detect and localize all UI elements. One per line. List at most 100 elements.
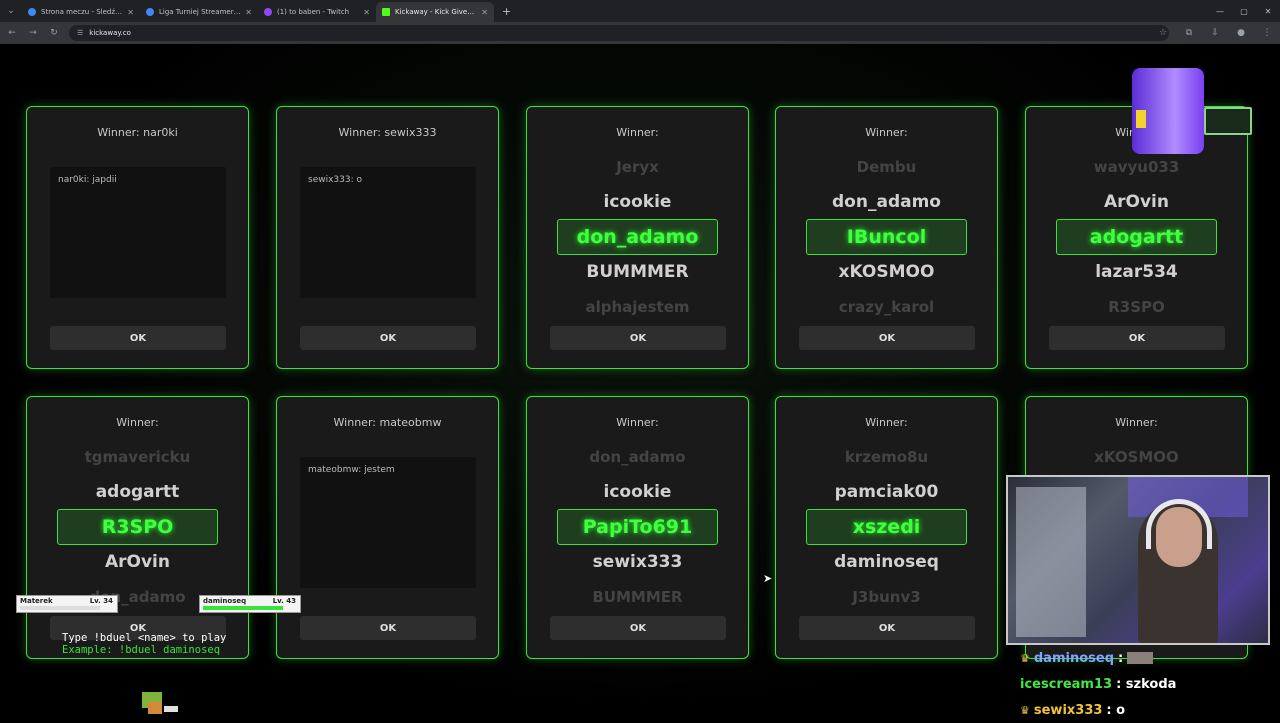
- minimize-icon[interactable]: —: [1208, 0, 1232, 22]
- roller-name-selected: IBuncol: [806, 219, 967, 255]
- ok-button[interactable]: OK: [50, 326, 226, 350]
- winner-message-box: sewix333: o: [300, 167, 476, 298]
- url-field[interactable]: ☰ kickaway.co: [69, 25, 1169, 41]
- roller-name: R3SPO: [1108, 297, 1165, 316]
- close-tab-icon[interactable]: ✕: [245, 8, 252, 17]
- winner-label: Winner: nar0ki: [97, 126, 178, 139]
- extensions-icon[interactable]: ⧉: [1176, 22, 1202, 44]
- chat-username: icescream13: [1020, 676, 1113, 692]
- ok-button[interactable]: OK: [1049, 326, 1225, 350]
- duel-player-name: Materek: [20, 597, 53, 605]
- winner-label: Winner:: [865, 416, 908, 429]
- winner-card: Winner: don_adamo icookie PapiTo691 sewi…: [526, 396, 749, 659]
- browser-tab[interactable]: Strona meczu - Śledź rozgrywki ✕: [22, 2, 140, 22]
- chat-emote-icon: [1127, 652, 1154, 664]
- chat-username: sewix333: [1033, 702, 1103, 718]
- name-roller: xKOSMOO: [1026, 440, 1247, 475]
- duel-instructions: Type !bduel <name> to play Example: !bdue…: [62, 632, 226, 656]
- browser-tab-active[interactable]: Kickaway - Kick Giveaway Tool ✕: [376, 2, 494, 22]
- chat-badge-icon: ♛: [1020, 651, 1030, 665]
- winner-card: Winner: krzemo8u pamciak00 xszedi damino…: [775, 396, 998, 659]
- ok-button[interactable]: OK: [799, 326, 975, 350]
- tab-favicon-icon: [382, 8, 390, 16]
- chat-username: daminoseq: [1033, 650, 1115, 666]
- duel-example: Example: !bduel daminoseq: [62, 644, 221, 656]
- back-arrow-icon[interactable]: ←: [3, 24, 21, 42]
- winner-card: Winner: sewix333 sewix333: o OK: [276, 106, 499, 369]
- close-tab-icon[interactable]: ✕: [127, 8, 134, 17]
- roller-name: crazy_karol: [838, 297, 935, 316]
- roller-name: Dembu: [856, 158, 917, 177]
- overlay-gadget: [1204, 107, 1252, 135]
- tab-title: Kickaway - Kick Giveaway Tool: [395, 8, 478, 16]
- roller-name: icookie: [603, 191, 672, 212]
- duel-player-level: Lv. 34: [89, 597, 113, 605]
- forward-arrow-icon[interactable]: →: [24, 24, 42, 42]
- roller-name: tgmavericku: [84, 448, 191, 467]
- winner-label: Winner:: [616, 126, 659, 139]
- browser-tab[interactable]: (1) to baben - Twitch ✕: [258, 2, 376, 22]
- name-roller: wavyu033 ArOvin adogartt lazar534 R3SPO: [1026, 150, 1247, 324]
- name-roller: don_adamo icookie PapiTo691 sewix333 BUM…: [527, 440, 748, 614]
- winner-card: Winner: nar0ki nar0ki: japdii OK: [26, 106, 249, 369]
- close-window-icon[interactable]: ✕: [1256, 0, 1280, 22]
- ok-button[interactable]: OK: [550, 326, 726, 350]
- roller-name: daminoseq: [834, 552, 939, 573]
- maximize-icon[interactable]: ▢: [1232, 0, 1256, 22]
- roller-name: don_adamo: [589, 448, 686, 467]
- overlay-3d-object: [1132, 68, 1204, 154]
- tab-search-icon[interactable]: ⌄: [0, 0, 22, 22]
- duel-opponent-bar: daminoseq Lv. 43: [199, 595, 301, 613]
- pixel-sprite-icon: [142, 692, 178, 714]
- browser-tab[interactable]: Liga Turniej Streamerów No Bu ✕: [140, 2, 258, 22]
- roller-name: lazar534: [1095, 262, 1178, 283]
- roller-name: krzemo8u: [844, 448, 929, 467]
- roller-name: BUMMMER: [592, 587, 683, 606]
- ok-button[interactable]: OK: [300, 326, 476, 350]
- roller-name: ArOvin: [104, 552, 170, 573]
- winner-card: Winner: mateobmw mateobmw: jestem OK: [276, 396, 499, 659]
- browser-tab-bar: ⌄ Strona meczu - Śledź rozgrywki ✕ Liga …: [0, 0, 1280, 22]
- roller-name: ArOvin: [1103, 191, 1169, 212]
- roller-name: BUMMMER: [586, 262, 689, 283]
- mouse-cursor-icon: ➤: [763, 572, 773, 585]
- duel-player-bar: Materek Lv. 34: [16, 595, 118, 613]
- roller-name: xKOSMOO: [838, 262, 935, 283]
- name-roller: Jeryx icookie don_adamo BUMMMER alphajes…: [527, 150, 748, 324]
- profile-icon[interactable]: ●: [1228, 22, 1254, 44]
- roller-name: alphajestem: [585, 297, 690, 316]
- chat-text: :: [1118, 650, 1124, 666]
- roller-name: adogartt: [95, 481, 180, 502]
- roller-name: wavyu033: [1093, 158, 1180, 177]
- tab-favicon-icon: [28, 8, 36, 16]
- site-info-icon[interactable]: ☰: [77, 29, 83, 37]
- tab-title: Liga Turniej Streamerów No Bu: [159, 8, 242, 16]
- winner-label: Winner:: [616, 416, 659, 429]
- close-tab-icon[interactable]: ✕: [363, 8, 370, 17]
- close-tab-icon[interactable]: ✕: [481, 8, 488, 17]
- new-tab-icon[interactable]: +: [502, 5, 511, 18]
- winner-message-box: mateobmw: jestem: [300, 457, 476, 588]
- chat-text: : szkoda: [1116, 676, 1177, 692]
- roller-name-selected: xszedi: [806, 509, 967, 545]
- winner-message-box: nar0ki: japdii: [50, 167, 226, 298]
- winner-label: Winner:: [865, 126, 908, 139]
- bookmark-star-icon[interactable]: ☆: [1150, 22, 1176, 44]
- downloads-icon[interactable]: ⇩: [1202, 22, 1228, 44]
- tab-title: (1) to baben - Twitch: [277, 8, 350, 16]
- webcam-overlay: [1006, 475, 1270, 645]
- roller-name: Jeryx: [616, 158, 659, 177]
- window-controls: — ▢ ✕: [1208, 0, 1280, 22]
- ok-button[interactable]: OK: [550, 616, 726, 640]
- ok-button[interactable]: OK: [799, 616, 975, 640]
- reload-icon[interactable]: ↻: [45, 24, 63, 42]
- tab-title: Strona meczu - Śledź rozgrywki: [41, 8, 123, 16]
- roller-name: xKOSMOO: [1094, 448, 1179, 467]
- duel-player-level: Lv. 43: [272, 597, 296, 605]
- menu-icon[interactable]: ⋮: [1254, 22, 1280, 44]
- ok-button[interactable]: OK: [300, 616, 476, 640]
- roller-name: don_adamo: [832, 191, 941, 212]
- winner-label: Winner: mateobmw: [333, 416, 442, 429]
- chat-message: ♛ daminoseq :: [1020, 645, 1280, 671]
- roller-name: sewix333: [592, 552, 683, 573]
